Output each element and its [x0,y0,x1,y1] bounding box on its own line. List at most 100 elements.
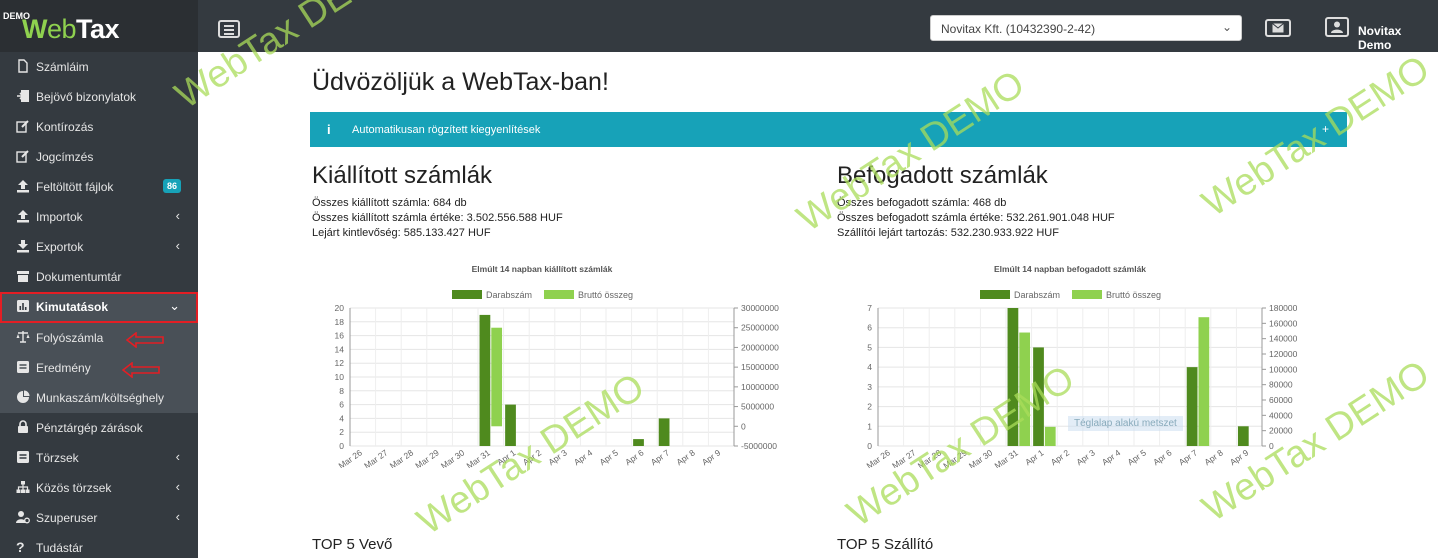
hamburger-icon [224,25,234,27]
x-tick-label: Apr 5 [1126,447,1149,467]
y-tick-label: 8 [339,386,344,396]
bar-gross-amount [491,327,503,427]
y-tick-label: 4 [339,413,344,423]
y-tick-label: 1 [867,421,872,431]
x-tick-label: Apr 3 [1074,447,1097,467]
archive-icon [17,271,29,282]
chevron-left-icon: ‹ [175,208,180,223]
sidebar-item-munkaszam[interactable]: Munkaszám/költséghely [0,383,198,413]
page-title: Üdvözöljük a WebTax-ban! [312,68,609,96]
user-name[interactable]: Novitax Demo [1358,24,1438,52]
sidebar-item-folyoszamla[interactable]: Folyószámla [0,323,198,353]
y-tick-label: 6 [339,400,344,410]
webtax-logo[interactable]: DEMO WebTax [0,0,198,52]
x-tick-label: Apr 3 [546,447,569,467]
legend-label: Bruttó összeg [1106,290,1161,300]
sidebar-item-penztargep[interactable]: Pénztárgép zárások [0,413,198,443]
list-icon [17,451,29,463]
sidebar: Számláim Bejövő bizonylatok Kontírozás J… [0,52,198,558]
legend-label: Bruttó összeg [578,290,633,300]
files-count-badge: 86 [163,179,182,193]
file-icon [18,59,28,73]
inbox-icon [17,90,29,102]
top-navbar: DEMO WebTax Novitax Kft. (10432390-2-42)… [0,0,1438,52]
sidebar-item-importok[interactable]: Importok ‹ [0,202,198,232]
issued-count: Összes kiállított számla: 684 db [312,197,467,209]
x-tick-label: Apr 7 [1177,447,1200,467]
y2-tick-label: 160000 [1269,318,1298,328]
sidebar-item-kontirozas[interactable]: Kontírozás [0,112,198,142]
chevron-left-icon: ‹ [175,238,180,253]
brand-name: WebTax [22,14,120,44]
y2-tick-label: 5000000 [741,402,774,412]
auto-settlements-panel[interactable]: i Automatikusan rögzített kiegyenlítések… [310,112,1347,147]
bar-count [1237,426,1249,446]
y-tick-label: 0 [339,441,344,451]
chevron-left-icon: ‹ [175,509,180,524]
user-cog-icon [16,511,30,524]
x-tick-label: Apr 6 [623,447,646,467]
y-tick-label: 10 [335,372,345,382]
x-tick-label: Apr 4 [1100,447,1123,467]
top5-suppliers-title: TOP 5 Szállító [837,536,934,553]
y-tick-label: 0 [867,441,872,451]
legend-swatch [452,290,482,299]
issued-overdue: Lejárt kintlevőség: 585.133.427 HUF [312,227,491,239]
y2-tick-label: 0 [741,421,746,431]
bar-gross-amount [1044,426,1056,446]
x-tick-label: Apr 6 [1151,447,1174,467]
sidebar-item-feltoltott-fajlok[interactable]: Feltöltött fájlok 86 [0,172,198,202]
balance-icon [16,331,30,343]
bar-count [1033,347,1044,446]
x-tick-label: Apr 9 [700,447,723,467]
legend-swatch [1072,290,1102,299]
x-tick-label: Apr 9 [1228,447,1251,467]
received-invoices-title: Befogadott számlák [837,162,1048,189]
bar-count [1007,308,1019,446]
envelope-icon [1272,23,1284,33]
sidebar-item-kimutatasok[interactable]: Kimutatások ⌄ [0,292,198,323]
sidebar-item-exportok[interactable]: Exportok ‹ [0,232,198,262]
upload-icon [17,210,29,223]
y2-tick-label: 180000 [1269,303,1298,313]
y2-tick-label: 80000 [1269,380,1293,390]
sidebar-item-jogcimzes[interactable]: Jogcímzés [0,142,198,172]
sidebar-item-szamlaim[interactable]: Számláim [0,52,198,82]
x-tick-label: Mar 28 [388,447,416,468]
x-tick-label: Apr 7 [649,447,672,467]
y-tick-label: 5 [867,342,872,352]
x-tick-label: Mar 28 [916,447,944,468]
sidebar-item-torzsek[interactable]: Törzsek ‹ [0,443,198,473]
sidebar-toggle-button[interactable] [218,20,240,38]
annotation-arrow-icon [122,362,160,378]
y2-tick-label: 15000000 [741,362,779,372]
sitemap-icon [16,481,30,493]
issued-invoices-chart: Elmúlt 14 napban kiállított számlák Darab… [335,264,780,468]
sidebar-item-eredmeny[interactable]: Eredmény [0,353,198,383]
y2-tick-label: 60000 [1269,395,1293,405]
sidebar-item-bejovo[interactable]: Bejövő bizonylatok [0,82,198,112]
messages-button[interactable] [1265,19,1291,37]
y2-tick-label: 10000000 [741,382,779,392]
expand-button[interactable]: + [1322,122,1329,136]
user-menu-button[interactable] [1325,17,1349,37]
bar-gross-amount [1019,332,1031,446]
upload-icon [17,180,29,193]
chevron-left-icon: ‹ [175,449,180,464]
company-select[interactable]: Novitax Kft. (10432390-2-42) ⌄ [930,15,1242,41]
sidebar-item-szuperuser[interactable]: Szuperuser ‹ [0,503,198,533]
y2-tick-label: 0 [1269,441,1274,451]
y-tick-label: 2 [867,402,872,412]
received-invoices-chart: Elmúlt 14 napban befogadott számlák Darab… [865,264,1298,468]
x-tick-label: Apr 8 [674,447,697,467]
alert-text: Automatikusan rögzített kiegyenlítések [352,124,541,136]
sidebar-item-kozos-torzsek[interactable]: Közös törzsek ‹ [0,473,198,503]
y-tick-label: 2 [339,427,344,437]
edit-icon [16,120,29,133]
bar-count [1186,367,1198,446]
y-tick-label: 6 [867,323,872,333]
sidebar-item-dokumentumtar[interactable]: Dokumentumtár [0,262,198,292]
sidebar-item-tudastar[interactable]: ? Tudástár [0,533,198,558]
y2-tick-label: 100000 [1269,364,1298,374]
y2-tick-label: 20000000 [741,342,779,352]
